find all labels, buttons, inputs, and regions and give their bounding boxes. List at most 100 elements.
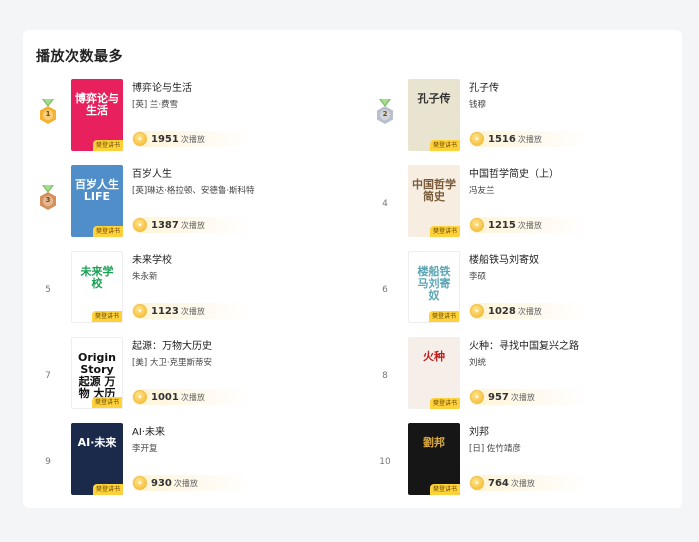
rank-number: 7 xyxy=(45,371,51,381)
cover-title: 劉邦 xyxy=(423,436,445,449)
book-author: [英] 兰·费雪 xyxy=(132,100,179,110)
cover-tag: 樊登讲书 xyxy=(429,226,460,237)
book-title[interactable]: AI·未来 xyxy=(132,423,165,438)
play-label: 次播放 xyxy=(517,134,542,144)
book-author: [日] 佐竹靖彦 xyxy=(469,444,521,454)
play-coin-icon: ✦ xyxy=(133,304,147,318)
rank-number: 9 xyxy=(45,457,51,467)
book-cover[interactable]: AI·未来樊登讲书 xyxy=(71,423,123,495)
cover-title: 未来学校 xyxy=(80,265,114,290)
cover-title: 中国哲学简史 xyxy=(412,178,456,203)
book-author: 冯友兰 xyxy=(469,186,495,196)
book-title[interactable]: 未来学校 xyxy=(132,251,172,266)
play-coin-icon: ✦ xyxy=(470,476,484,490)
book-author: 李开复 xyxy=(132,444,158,454)
book-cover[interactable]: 楼船铁马刘寄奴 樊登讲书 xyxy=(408,251,460,323)
play-coin-icon: ✦ xyxy=(470,218,484,232)
medal-icon: 3 xyxy=(38,185,58,213)
play-number: 1028 xyxy=(488,305,516,317)
cover-tag: 樊登讲书 xyxy=(428,311,459,322)
cover-tag: 樊登讲书 xyxy=(429,484,460,495)
cover-tag: 樊登讲书 xyxy=(429,140,460,151)
play-coin-icon: ✦ xyxy=(133,390,147,404)
cover-title: AI·未来 xyxy=(77,436,117,449)
book-item[interactable]: 9 AI·未来 樊登讲书 AI·未来 李开复 ✦ 930 次播放 xyxy=(36,423,336,501)
book-item[interactable]: 2 孔子传 樊登讲书 孔子传 钱穆 ✦ 1516 次播放 xyxy=(373,79,673,157)
book-cover[interactable]: 百岁人生 LIFE 樊登讲书 xyxy=(71,165,123,237)
book-title[interactable]: 博弈论与生活 xyxy=(132,79,192,94)
play-number: 1516 xyxy=(488,133,516,145)
play-number: 930 xyxy=(151,477,172,489)
book-cover[interactable]: 博弈论与生活 樊登讲书 xyxy=(71,79,123,151)
play-number: 1001 xyxy=(151,391,179,403)
cover-tag: 樊登讲书 xyxy=(92,484,123,495)
book-cover[interactable]: 火种樊登讲书 xyxy=(408,337,460,409)
play-count: ✦ 957 次播放 xyxy=(469,389,587,405)
rank-number: 10 xyxy=(379,457,391,467)
play-label: 次播放 xyxy=(510,478,535,488)
play-label: 次播放 xyxy=(180,306,205,316)
play-number: 1215 xyxy=(488,219,516,231)
book-cover[interactable]: 中国哲学简史樊登讲书 xyxy=(408,165,460,237)
play-coin-icon: ✦ xyxy=(470,132,484,146)
book-title[interactable]: 楼船铁马刘寄奴 xyxy=(469,251,539,266)
play-label: 次播放 xyxy=(180,392,205,402)
book-title[interactable]: 百岁人生 xyxy=(132,165,172,180)
book-item[interactable]: 10 劉邦 樊登讲书 刘邦 [日] 佐竹靖彦 ✦ 764 次播放 xyxy=(373,423,673,501)
play-label: 次播放 xyxy=(180,220,205,230)
rank-number: 8 xyxy=(382,371,388,381)
book-author: 朱永新 xyxy=(132,272,158,282)
cover-tag: 樊登讲书 xyxy=(92,226,123,237)
cover-title: 百岁人生 LIFE xyxy=(75,178,119,203)
book-cover[interactable]: 未来学校樊登讲书 xyxy=(71,251,123,323)
medal-rank: 2 xyxy=(382,110,388,118)
book-title[interactable]: 刘邦 xyxy=(469,423,489,438)
cover-title: 博弈论与生活 xyxy=(75,92,119,117)
book-title[interactable]: 中国哲学简史（上） xyxy=(469,165,559,180)
cover-title: 孔子传 xyxy=(417,92,451,105)
play-coin-icon: ✦ xyxy=(133,476,147,490)
book-cover[interactable]: 孔子传樊登讲书 xyxy=(408,79,460,151)
book-item[interactable]: 7 Origin Story 起源 万物 大历史樊登讲书起源：万物大历史 [美] 大… xyxy=(36,337,336,415)
book-author: [英]琳达·格拉顿、安德鲁·斯科特 xyxy=(132,186,255,196)
book-cover[interactable]: Origin Story 起源 万物 大历史樊登讲书 xyxy=(71,337,123,409)
book-item[interactable]: 5 未来学校 樊登讲书 未来学校 朱永新 ✦ 1123 次播放 xyxy=(36,251,336,329)
cover-tag: 樊登讲书 xyxy=(91,397,122,408)
medal-icon: 1 xyxy=(38,99,58,127)
book-cover[interactable]: 劉邦樊登讲书 xyxy=(408,423,460,495)
book-title[interactable]: 孔子传 xyxy=(469,79,499,94)
play-count: ✦ 1387 次播放 xyxy=(132,217,250,233)
cover-tag: 樊登讲书 xyxy=(91,311,122,322)
play-count: ✦ 1001 次播放 xyxy=(132,389,250,405)
play-label: 次播放 xyxy=(180,134,205,144)
book-item[interactable]: 8 火种 樊登讲书 火种：寻找中国复兴之路 刘统 ✦ 957 次播放 xyxy=(373,337,673,415)
book-item[interactable]: 1 博弈论与生活 樊登讲书 博弈论与生活 [英] 兰·费雪 ✦ 1951 次播放 xyxy=(36,79,336,157)
play-count: ✦ 764 次播放 xyxy=(469,475,587,491)
medal-rank: 1 xyxy=(45,110,51,118)
play-count: ✦ 930 次播放 xyxy=(132,475,250,491)
play-count: ✦ 1028 次播放 xyxy=(469,303,587,319)
play-label: 次播放 xyxy=(173,478,198,488)
play-coin-icon: ✦ xyxy=(470,390,484,404)
medal-rank: 3 xyxy=(45,196,51,204)
play-number: 764 xyxy=(488,477,509,489)
rank-number: 4 xyxy=(382,199,388,209)
section-title: 播放次数最多 xyxy=(36,49,123,65)
book-author: 钱穆 xyxy=(469,100,487,110)
play-label: 次播放 xyxy=(517,220,542,230)
book-item[interactable]: 3 百岁人生 LIFE 樊登讲书 百岁人生 [英]琳达·格拉顿、安德鲁·斯科特 ✦ 1387… xyxy=(36,165,336,243)
play-label: 次播放 xyxy=(510,392,535,402)
book-author: 刘统 xyxy=(469,358,487,368)
book-author: 李硕 xyxy=(469,272,487,282)
cover-tag: 樊登讲书 xyxy=(429,398,460,409)
top-strip xyxy=(0,0,699,10)
book-title[interactable]: 起源：万物大历史 xyxy=(132,337,212,352)
play-count: ✦ 1123 次播放 xyxy=(132,303,250,319)
cover-title: 火种 xyxy=(423,350,445,363)
book-title[interactable]: 火种：寻找中国复兴之路 xyxy=(469,337,579,352)
book-item[interactable]: 4 中国哲学简史 樊登讲书 中国哲学简史（上） 冯友兰 ✦ 1215 次播放 xyxy=(373,165,673,243)
play-number: 1123 xyxy=(151,305,179,317)
play-count: ✦ 1215 次播放 xyxy=(469,217,587,233)
rank-number: 5 xyxy=(45,285,51,295)
book-item[interactable]: 6 楼船铁马刘寄奴 樊登讲书 楼船铁马刘寄奴 李硕 ✦ 1028 次播放 xyxy=(373,251,673,329)
